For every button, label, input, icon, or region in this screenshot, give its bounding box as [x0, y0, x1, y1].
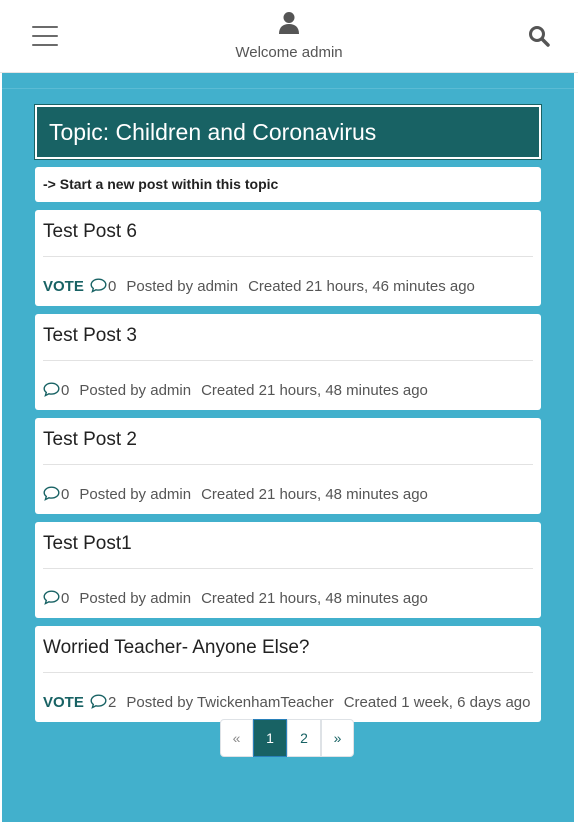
new-post-link[interactable]: -> Start a new post within this topic: [35, 167, 541, 202]
post-meta: VOTE 2 Posted by TwickenhamTeacher Created…: [43, 673, 533, 714]
post-author: Posted by admin: [79, 382, 192, 399]
comment-count: 0: [108, 278, 117, 295]
main-content: Topic: Children and Coronavirus -> Start…: [2, 73, 574, 822]
post-created: Created 21 hours, 48 minutes ago: [201, 382, 428, 399]
user-icon: [279, 12, 299, 34]
divider: [2, 88, 574, 89]
post-title[interactable]: Test Post 3: [43, 324, 533, 355]
pagination-page-1[interactable]: 1: [253, 719, 287, 757]
post-author: Posted by admin: [126, 278, 239, 295]
topic-title: Topic: Children and Coronavirus: [34, 104, 542, 160]
user-area: Welcome admin: [0, 11, 578, 61]
post-title[interactable]: Worried Teacher- Anyone Else?: [43, 636, 533, 667]
post-title[interactable]: Test Post 6: [43, 220, 533, 251]
comment-icon: [43, 486, 60, 501]
comment-icon: [90, 278, 107, 293]
pagination-next[interactable]: »: [321, 719, 354, 757]
post-created: Created 21 hours, 48 minutes ago: [201, 486, 428, 503]
post-author: Posted by admin: [79, 486, 192, 503]
post-meta: 0 Posted by admin Created 21 hours, 48 min…: [43, 465, 533, 506]
post-author: Posted by TwickenhamTeacher: [126, 694, 334, 711]
top-header: Welcome admin: [0, 0, 578, 73]
comment-icon: [43, 382, 60, 397]
search-icon[interactable]: [528, 25, 550, 47]
post-card: Test Post 2 0 Posted by admin Created 21 ho…: [35, 418, 541, 514]
post-card: Test Post1 0 Posted by admin Created 21 hou…: [35, 522, 541, 618]
post-author: Posted by admin: [79, 590, 192, 607]
pagination: « 1 2 »: [220, 719, 354, 757]
post-meta: 0 Posted by admin Created 21 hours, 48 min…: [43, 569, 533, 610]
comment-count: 0: [61, 486, 70, 503]
comment-count: 2: [108, 694, 117, 711]
post-title[interactable]: Test Post1: [43, 532, 533, 563]
vote-button[interactable]: VOTE: [43, 694, 84, 711]
comment-icon: [43, 590, 60, 605]
topic-container: Topic: Children and Coronavirus -> Start…: [34, 104, 542, 722]
vote-button[interactable]: VOTE: [43, 278, 84, 295]
post-created: Created 1 week, 6 days ago: [343, 694, 531, 711]
comment-icon: [90, 694, 107, 709]
welcome-text: Welcome admin: [235, 44, 343, 61]
comment-count: 0: [61, 590, 70, 607]
post-meta: 0 Posted by admin Created 21 hours, 48 min…: [43, 361, 533, 402]
pagination-page-2[interactable]: 2: [287, 719, 321, 757]
post-meta: VOTE 0 Posted by admin Created 21 hours, 4…: [43, 257, 533, 298]
post-card: Test Post 3 0 Posted by admin Created 21 ho…: [35, 314, 541, 410]
pagination-prev[interactable]: «: [220, 719, 253, 757]
comment-count: 0: [61, 382, 70, 399]
post-card: Test Post 6 VOTE 0 Posted by admin Created …: [35, 210, 541, 306]
post-list: Test Post 6 VOTE 0 Posted by admin Created …: [35, 210, 541, 722]
post-created: Created 21 hours, 48 minutes ago: [201, 590, 428, 607]
post-card: Worried Teacher- Anyone Else? VOTE 2 Poste…: [35, 626, 541, 722]
post-title[interactable]: Test Post 2: [43, 428, 533, 459]
post-created: Created 21 hours, 46 minutes ago: [248, 278, 475, 295]
